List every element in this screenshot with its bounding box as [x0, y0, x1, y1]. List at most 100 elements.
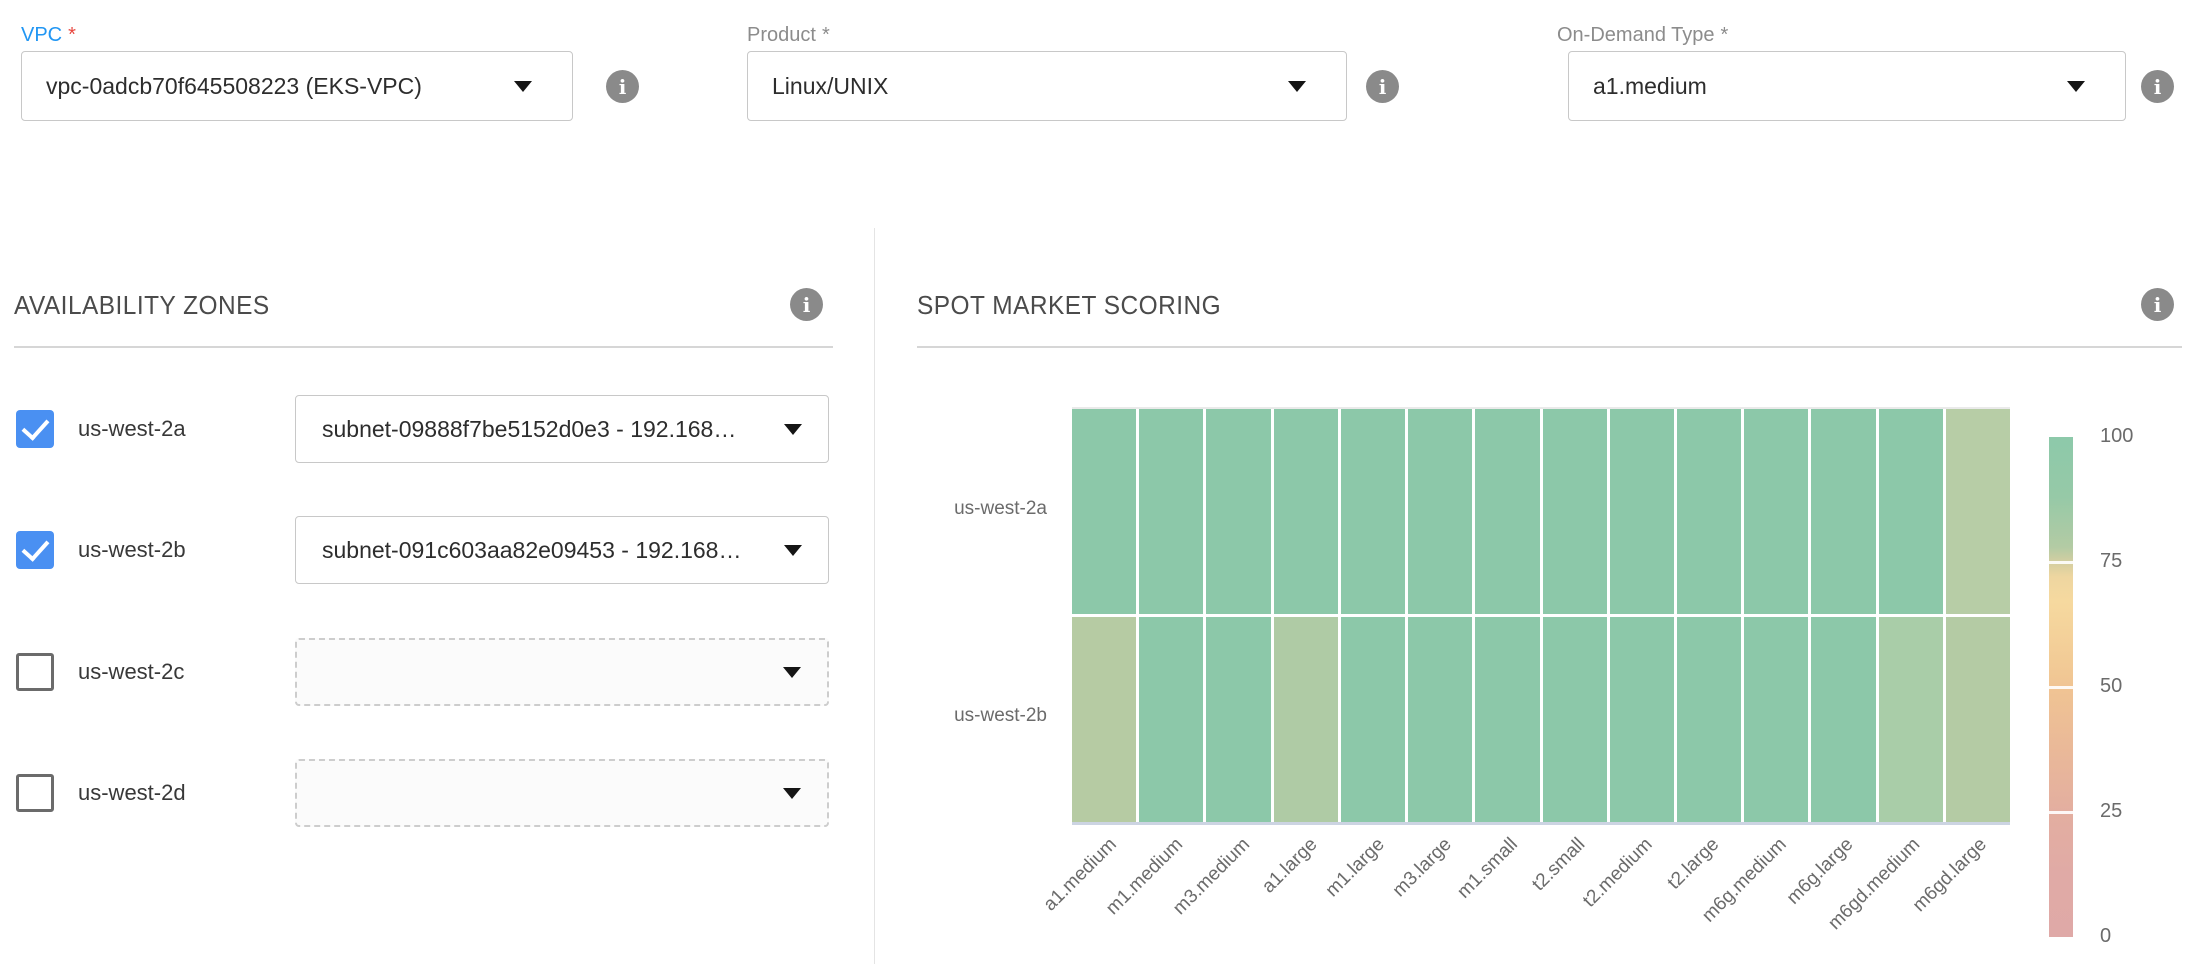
- az-zone-label: us-west-2d: [78, 780, 186, 806]
- product-required-asterisk: *: [822, 24, 830, 46]
- dropdown-caret-icon: [783, 667, 801, 678]
- az-checkbox-us-west-2a[interactable]: [16, 410, 54, 448]
- heatmap-cell-us-west-2a-a1.large: [1274, 409, 1338, 614]
- az-zone-label: us-west-2a: [78, 416, 186, 442]
- subnet-select-us-west-2c[interactable]: [295, 638, 829, 706]
- heatmap-cell-us-west-2b-a1.medium: [1072, 617, 1136, 822]
- checkmark-icon: [22, 412, 50, 441]
- vpc-info-icon[interactable]: i: [606, 70, 639, 103]
- heatmap-x-label: m3.large: [1388, 834, 1456, 902]
- heatmap-cell-us-west-2b-m6g.medium: [1744, 617, 1808, 822]
- subnet-select-value: subnet-091c603aa82e09453 - 192.168…: [296, 537, 741, 564]
- heatmap-cell-us-west-2b-m3.large: [1408, 617, 1472, 822]
- az-zone-label: us-west-2b: [78, 537, 186, 563]
- vpc-label-text: VPC: [21, 24, 62, 46]
- heatmap-cell-us-west-2a-m6gd.large: [1946, 409, 2010, 614]
- product-info-icon[interactable]: i: [1366, 70, 1399, 103]
- heatmap-cell-us-west-2b-m1.medium: [1139, 617, 1203, 822]
- heatmap-cell-us-west-2a-m1.large: [1341, 409, 1405, 614]
- dropdown-caret-icon: [514, 81, 532, 92]
- heatmap-cell-us-west-2b-t2.small: [1543, 617, 1607, 822]
- heatmap-cell-us-west-2b-m6gd.medium: [1879, 617, 1943, 822]
- availability-zones-info-icon[interactable]: i: [790, 288, 823, 321]
- dropdown-caret-icon: [1288, 81, 1306, 92]
- spot-market-scoring-title: SPOT MARKET SCORING: [917, 290, 1221, 321]
- heatmap-cell-us-west-2b-m6g.large: [1811, 617, 1875, 822]
- heatmap-y-label: us-west-2b: [954, 705, 1047, 727]
- heatmap-cell-us-west-2b-a1.large: [1274, 617, 1338, 822]
- colorbar-tick-line: [2049, 686, 2073, 689]
- subnet-select-us-west-2d[interactable]: [295, 759, 829, 827]
- az-checkbox-us-west-2b[interactable]: [16, 531, 54, 569]
- heatmap-cell-us-west-2b-m1.large: [1341, 617, 1405, 822]
- subnet-select-value: subnet-09888f7be5152d0e3 - 192.168…: [296, 416, 736, 443]
- heatmap-x-label: m1.large: [1321, 834, 1389, 902]
- heatmap-cell-us-west-2a-m6g.large: [1811, 409, 1875, 614]
- heatmap-cell-us-west-2b-m3.medium: [1206, 617, 1270, 822]
- availability-zones-divider: [14, 346, 833, 348]
- heatmap-cell-us-west-2a-m1.small: [1475, 409, 1539, 614]
- subnet-select-us-west-2a[interactable]: subnet-09888f7be5152d0e3 - 192.168…: [295, 395, 829, 463]
- heatmap-cell-us-west-2a-m1.medium: [1139, 409, 1203, 614]
- dropdown-caret-icon: [784, 424, 802, 435]
- colorbar-tick-line: [2049, 811, 2073, 814]
- heatmap-cell-us-west-2a-m3.medium: [1206, 409, 1270, 614]
- vpc-select[interactable]: vpc-0adcb70f645508223 (EKS-VPC): [21, 51, 573, 121]
- subnet-select-us-west-2b[interactable]: subnet-091c603aa82e09453 - 192.168…: [295, 516, 829, 584]
- heatmap-cell-us-west-2b-m6gd.large: [1946, 617, 2010, 822]
- on-demand-type-select-value: a1.medium: [1569, 73, 1707, 100]
- product-label: Product *: [747, 24, 830, 47]
- az-row-us-west-2b: us-west-2b subnet-091c603aa82e09453 - 192…: [0, 516, 874, 584]
- heatmap-cell-us-west-2b-m1.small: [1475, 617, 1539, 822]
- product-label-text: Product: [747, 24, 816, 46]
- spot-market-scoring-divider: [917, 346, 2182, 348]
- vpc-label: VPC *: [21, 24, 76, 47]
- heatmap-x-label: a1.large: [1258, 834, 1322, 898]
- on-demand-type-info-icon[interactable]: i: [2141, 70, 2174, 103]
- heatmap-y-label: us-west-2a: [954, 498, 1047, 520]
- colorbar-tick-label: 100: [2100, 425, 2133, 448]
- colorbar-tick-label: 50: [2100, 675, 2122, 698]
- spot-market-scoring-info-icon[interactable]: i: [2141, 288, 2174, 321]
- heatmap-cell-us-west-2a-m6g.medium: [1744, 409, 1808, 614]
- heatmap-x-label: m1.small: [1454, 834, 1523, 903]
- colorbar-tick-label: 75: [2100, 550, 2122, 573]
- az-checkbox-us-west-2c[interactable]: [16, 653, 54, 691]
- section-separator: [874, 228, 875, 964]
- on-demand-type-label: On-Demand Type *: [1557, 24, 1728, 47]
- az-zone-label: us-west-2c: [78, 659, 184, 685]
- dropdown-caret-icon: [783, 788, 801, 799]
- vpc-select-value: vpc-0adcb70f645508223 (EKS-VPC): [22, 73, 422, 100]
- heatmap-colorbar: [2049, 437, 2073, 937]
- spot-market-heatmap: [1072, 407, 2010, 825]
- heatmap-x-label: t2.large: [1664, 834, 1724, 894]
- checkmark-icon: [22, 533, 50, 562]
- colorbar-tick-label: 0: [2100, 925, 2111, 948]
- on-demand-type-required-asterisk: *: [1721, 24, 1729, 46]
- dropdown-caret-icon: [784, 545, 802, 556]
- colorbar-tick-line: [2049, 561, 2073, 564]
- spot-configuration-page: VPC * vpc-0adcb70f645508223 (EKS-VPC) i P…: [0, 0, 2196, 964]
- az-checkbox-us-west-2d[interactable]: [16, 774, 54, 812]
- product-select-value: Linux/UNIX: [748, 73, 888, 100]
- az-row-us-west-2a: us-west-2a subnet-09888f7be5152d0e3 - 192…: [0, 395, 874, 463]
- heatmap-cell-us-west-2b-t2.medium: [1610, 617, 1674, 822]
- dropdown-caret-icon: [2067, 81, 2085, 92]
- az-row-us-west-2d: us-west-2d: [0, 759, 874, 827]
- heatmap-x-label: t2.medium: [1579, 834, 1657, 912]
- az-row-us-west-2c: us-west-2c: [0, 638, 874, 706]
- on-demand-type-label-text: On-Demand Type: [1557, 24, 1715, 46]
- heatmap-cell-us-west-2a-t2.small: [1543, 409, 1607, 614]
- product-select[interactable]: Linux/UNIX: [747, 51, 1347, 121]
- availability-zones-title: AVAILABILITY ZONES: [14, 290, 270, 321]
- heatmap-cell-us-west-2b-t2.large: [1677, 617, 1741, 822]
- heatmap-cell-us-west-2a-t2.large: [1677, 409, 1741, 614]
- heatmap-cell-us-west-2a-t2.medium: [1610, 409, 1674, 614]
- heatmap-cell-us-west-2a-a1.medium: [1072, 409, 1136, 614]
- heatmap-cell-us-west-2a-m6gd.medium: [1879, 409, 1943, 614]
- heatmap-cell-us-west-2a-m3.large: [1408, 409, 1472, 614]
- on-demand-type-select[interactable]: a1.medium: [1568, 51, 2126, 121]
- vpc-required-asterisk: *: [68, 24, 76, 46]
- colorbar-tick-label: 25: [2100, 800, 2122, 823]
- heatmap-x-label: t2.small: [1528, 834, 1590, 896]
